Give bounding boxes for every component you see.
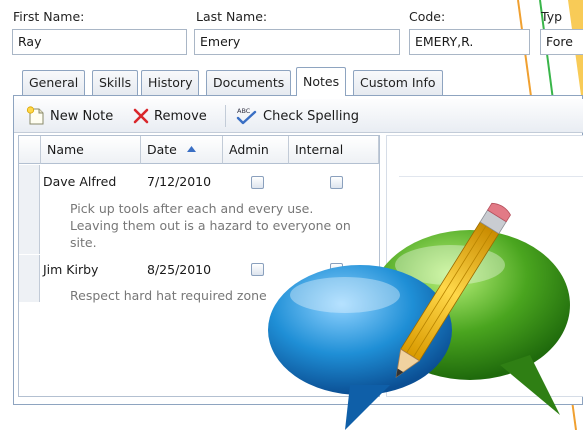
column-header-date[interactable]: Date	[141, 136, 223, 164]
check-spelling-button[interactable]: ABC Check Spelling	[235, 105, 359, 127]
check-spelling-label: Check Spelling	[263, 108, 359, 124]
row-selector[interactable]	[19, 165, 40, 254]
first-name-label: First Name:	[13, 9, 85, 24]
row-2-date[interactable]: 8/25/2010	[147, 262, 211, 277]
tab-custom-info[interactable]: Custom Info	[353, 70, 443, 95]
remove-x-icon	[133, 108, 149, 124]
new-note-button[interactable]: New Note	[26, 105, 113, 127]
row-1-name[interactable]: Dave Alfred	[43, 174, 116, 189]
column-header-admin[interactable]: Admin	[223, 136, 289, 164]
new-note-icon	[26, 106, 44, 125]
row-2-name[interactable]: Jim Kirby	[43, 262, 98, 277]
column-header-name[interactable]: Name	[41, 136, 141, 164]
row-2-note: Respect hard hat required zone	[70, 288, 267, 303]
row-1-date[interactable]: 7/12/2010	[147, 174, 211, 189]
last-name-field[interactable]: Emery	[194, 29, 400, 55]
row-selector[interactable]	[19, 255, 40, 302]
remove-label: Remove	[154, 108, 207, 124]
tab-general[interactable]: General	[22, 70, 86, 95]
notes-toolbar: New Note Remove ABC Check Spelling	[14, 99, 583, 133]
spell-check-icon-text: ABC	[237, 107, 251, 115]
code-field[interactable]: EMERY,R.	[409, 29, 530, 55]
new-note-label: New Note	[50, 108, 114, 124]
sort-ascending-icon	[186, 146, 196, 152]
toolbar-separator	[225, 105, 226, 127]
remove-button[interactable]: Remove	[132, 105, 207, 127]
type-field[interactable]: Fore	[540, 29, 583, 55]
column-selector-header	[19, 136, 41, 164]
tab-skills[interactable]: Skills	[92, 70, 139, 95]
notes-illustration	[268, 202, 570, 430]
first-name-field[interactable]: Ray	[12, 29, 187, 55]
type-label: Typ	[541, 9, 563, 24]
tab-documents[interactable]: Documents	[206, 70, 292, 95]
last-name-label: Last Name:	[196, 9, 268, 24]
code-label: Code:	[409, 9, 446, 24]
column-header-internal[interactable]: Internal	[289, 136, 379, 164]
tab-notes[interactable]: Notes	[296, 67, 347, 96]
tab-history[interactable]: History	[141, 70, 200, 95]
spell-check-icon: ABC	[236, 107, 257, 125]
